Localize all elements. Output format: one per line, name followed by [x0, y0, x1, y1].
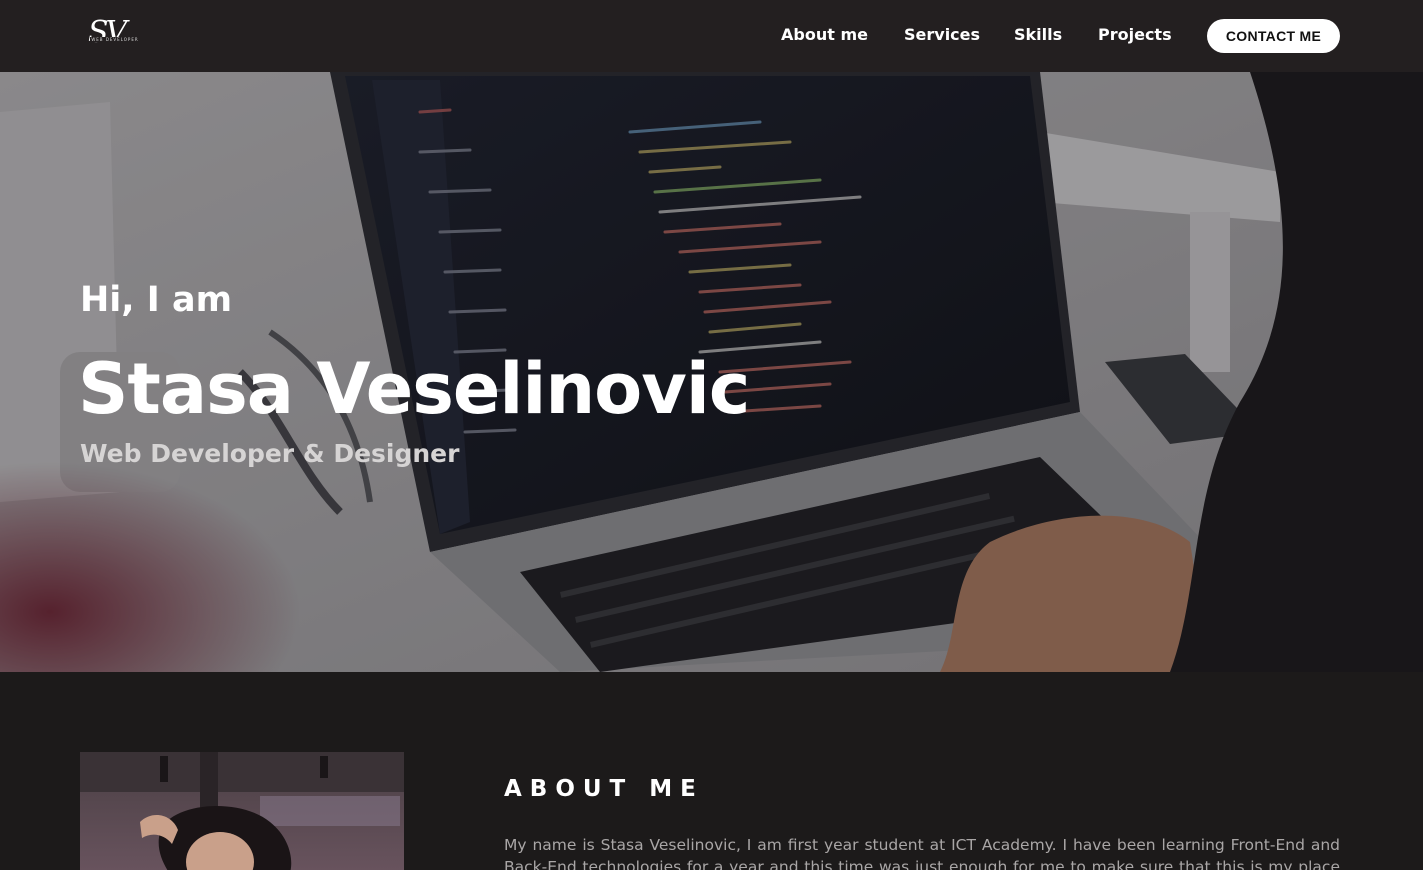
profile-photo — [80, 752, 404, 870]
nav-link-services[interactable]: Services — [904, 24, 980, 46]
contact-button[interactable]: CONTACT ME — [1207, 19, 1340, 53]
profile-photo-image — [80, 752, 404, 870]
about-text: My name is Stasa Veselinovic, I am first… — [504, 836, 1340, 870]
logo-subtext: WEB DEVELOPER — [90, 37, 140, 42]
nav-link-projects[interactable]: Projects — [1098, 24, 1172, 46]
logo[interactable]: SV WEB DEVELOPER — [88, 16, 142, 54]
hero-name: Stasa Veselinovic — [78, 348, 750, 430]
hero-section: Hi, I am Stasa Veselinovic Web Developer… — [0, 72, 1423, 672]
nav-link-skills[interactable]: Skills — [1014, 24, 1062, 46]
about-title: ABOUT ME — [504, 776, 704, 802]
hero-greeting: Hi, I am — [80, 280, 233, 320]
about-section: ABOUT ME My name is Stasa Veselinovic, I… — [0, 672, 1423, 870]
nav-link-about[interactable]: About me — [781, 24, 868, 46]
hero-role: Web Developer & Designer — [80, 439, 460, 468]
logo-mark: SV — [88, 15, 127, 50]
navbar: SV WEB DEVELOPER About me Services Skill… — [0, 0, 1423, 72]
